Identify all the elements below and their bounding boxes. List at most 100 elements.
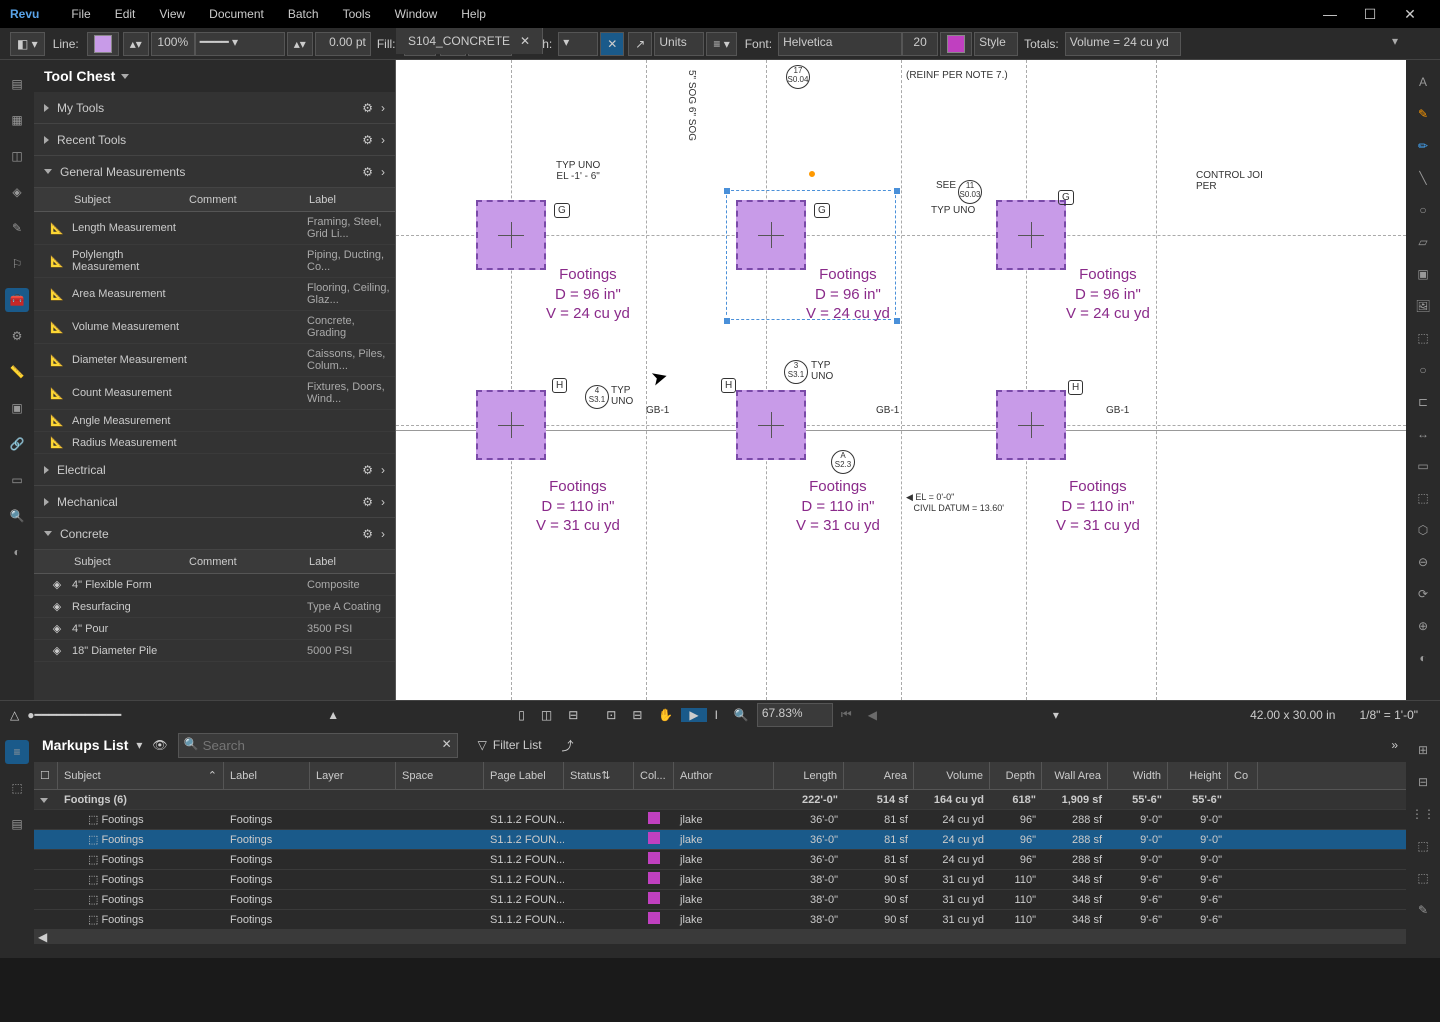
text-color-swatch[interactable] [940,32,972,56]
markups-row[interactable]: ⬚ Footings Footings S1.1.2 FOUN... jlake… [34,850,1406,870]
col-height[interactable]: Height [1168,762,1228,789]
hatch-select[interactable]: ▾ [558,32,598,56]
stroke-spin[interactable]: ▴▾ [287,32,313,56]
image-tool-icon[interactable]: 🖼 [1411,294,1435,318]
menu-edit[interactable]: Edit [103,7,148,21]
tool-row[interactable]: 📐 Area Measurement Flooring, Ceiling, Gl… [34,278,395,311]
tool-icon[interactable]: ✎ [1411,898,1435,922]
col-page[interactable]: Page Label [484,762,564,789]
section-my-tools[interactable]: My Tools ⚙ › [34,92,395,124]
forms-icon[interactable]: ▣ [5,396,29,420]
col-color[interactable]: Col... [634,762,674,789]
zoom-select[interactable]: 67.83% [757,703,833,727]
hide-markups-icon[interactable]: 👁 [152,738,167,752]
selection-handle[interactable] [723,317,731,325]
col-co[interactable]: Co [1228,762,1258,789]
page-scale[interactable]: 1/8" = 1'-0" [1359,708,1418,722]
tool-chest-header[interactable]: Tool Chest [34,60,395,92]
close-button[interactable]: ✕ [1390,6,1430,23]
totals-select[interactable]: Volume = 24 cu yd [1065,32,1181,56]
filter-list-button[interactable]: ▽ Filter List [478,738,542,752]
col-author[interactable]: Author [674,762,774,789]
studio-icon[interactable]: ▭ [5,468,29,492]
fit-width-icon[interactable]: ⊟ [624,708,650,722]
document-tab[interactable]: S104_CONCRETE ✕ [396,28,543,54]
triangle-icon[interactable]: ▲ [327,708,339,722]
checkbox-header[interactable]: ☐ [34,762,58,789]
expand-icon[interactable]: » [1391,738,1398,752]
text-select-icon[interactable]: I [707,708,726,722]
footing-3[interactable] [996,200,1066,270]
properties-icon[interactable]: ⚙ [5,324,29,348]
col-subject[interactable]: Subject⌃ [58,762,224,789]
flags-icon[interactable]: ⚐ [5,252,29,276]
col-length[interactable]: Length [774,762,844,789]
expand-icon[interactable]: › [381,527,385,541]
col-status[interactable]: Status ⇅ [564,762,634,789]
profile-button[interactable]: ◧ ▾ [10,32,45,56]
gear-icon[interactable]: ⚙ [362,495,373,509]
measure-icon[interactable]: 📏 [5,360,29,384]
tool-icon[interactable]: ⟳ [1411,582,1435,606]
measure-mode-button[interactable]: ✕ [600,32,624,56]
split-vertical-icon[interactable]: ◫ [533,708,560,722]
tool-icon[interactable]: ⬚ [1411,486,1435,510]
col-width[interactable]: Width [1108,762,1168,789]
menu-tools[interactable]: Tools [331,7,383,21]
tool-icon[interactable]: ⊟ [1411,770,1435,794]
stamp-tool-icon[interactable]: ▣ [1411,262,1435,286]
menu-batch[interactable]: Batch [276,7,331,21]
3d-icon[interactable]: ⬚ [5,776,29,800]
section-mechanical[interactable]: Mechanical ⚙ › [34,486,395,518]
tool-row[interactable]: ◈ 18" Diameter Pile 5000 PSI [34,640,395,662]
menu-document[interactable]: Document [197,7,276,21]
col-layer[interactable]: Layer [310,762,396,789]
polygon-tool-icon[interactable]: ▱ [1411,230,1435,254]
selection-handle[interactable] [893,317,901,325]
markups-title[interactable]: Markups List [42,737,128,753]
line-tool-icon[interactable]: ╲ [1411,166,1435,190]
prev-page-icon[interactable]: ◀ [860,708,885,722]
section-electrical[interactable]: Electrical ⚙ › [34,454,395,486]
highlight-tool-icon[interactable]: ✎ [1411,102,1435,126]
footing-6[interactable] [996,390,1066,460]
tool-icon[interactable]: ⬚ [1411,834,1435,858]
col-comment[interactable]: Comment [189,556,309,568]
text-tool-icon[interactable]: A [1411,70,1435,94]
tool-row[interactable]: ◈ Resurfacing Type A Coating [34,596,395,618]
footing-1[interactable] [476,200,546,270]
gear-icon[interactable]: ⚙ [362,165,373,179]
quantity-icon[interactable]: ▤ [5,812,29,836]
select-icon[interactable]: ▶ [681,708,706,722]
endcap-button[interactable]: ↗ [628,32,652,56]
bookmark-icon[interactable]: ◫ [5,144,29,168]
tool-row[interactable]: 📐 Angle Measurement [34,410,395,432]
selection-handle[interactable] [723,187,731,195]
section-recent-tools[interactable]: Recent Tools ⚙ › [34,124,395,156]
rotation-handle[interactable] [808,170,816,178]
expand-icon[interactable]: › [381,495,385,509]
crop-tool-icon[interactable]: ⬚ [1411,326,1435,350]
expand-icon[interactable]: › [381,463,385,477]
col-space[interactable]: Space [396,762,484,789]
font-size-select[interactable]: 20 [902,32,938,56]
first-page-icon[interactable]: ⏮ [833,707,860,722]
line-color-swatch[interactable] [87,32,119,56]
tool-icon[interactable]: ↔ [1411,422,1435,446]
expand-icon[interactable]: › [381,133,385,147]
font-select[interactable]: Helvetica [778,32,902,56]
grid-icon[interactable]: ▦ [5,108,29,132]
shape-tool-icon[interactable]: ○ [1411,198,1435,222]
markups-list-icon[interactable]: ≡ [5,740,29,764]
section-general-measurements[interactable]: General Measurements ⚙ › [34,156,395,188]
units-select[interactable]: Units [654,32,704,56]
stroke-width-input[interactable]: 0.00 pt [315,32,371,56]
tool-icon[interactable]: ⬡ [1411,518,1435,542]
expand-icon[interactable]: › [381,165,385,179]
chevron-down-icon[interactable]: ▾ [136,738,142,752]
col-label[interactable]: Label [309,556,395,568]
search-icon[interactable]: 🔍 [5,504,29,528]
col-volume[interactable]: Volume [914,762,990,789]
tool-icon[interactable]: ◐ [1411,646,1435,670]
col-subject[interactable]: Subject [74,556,189,568]
